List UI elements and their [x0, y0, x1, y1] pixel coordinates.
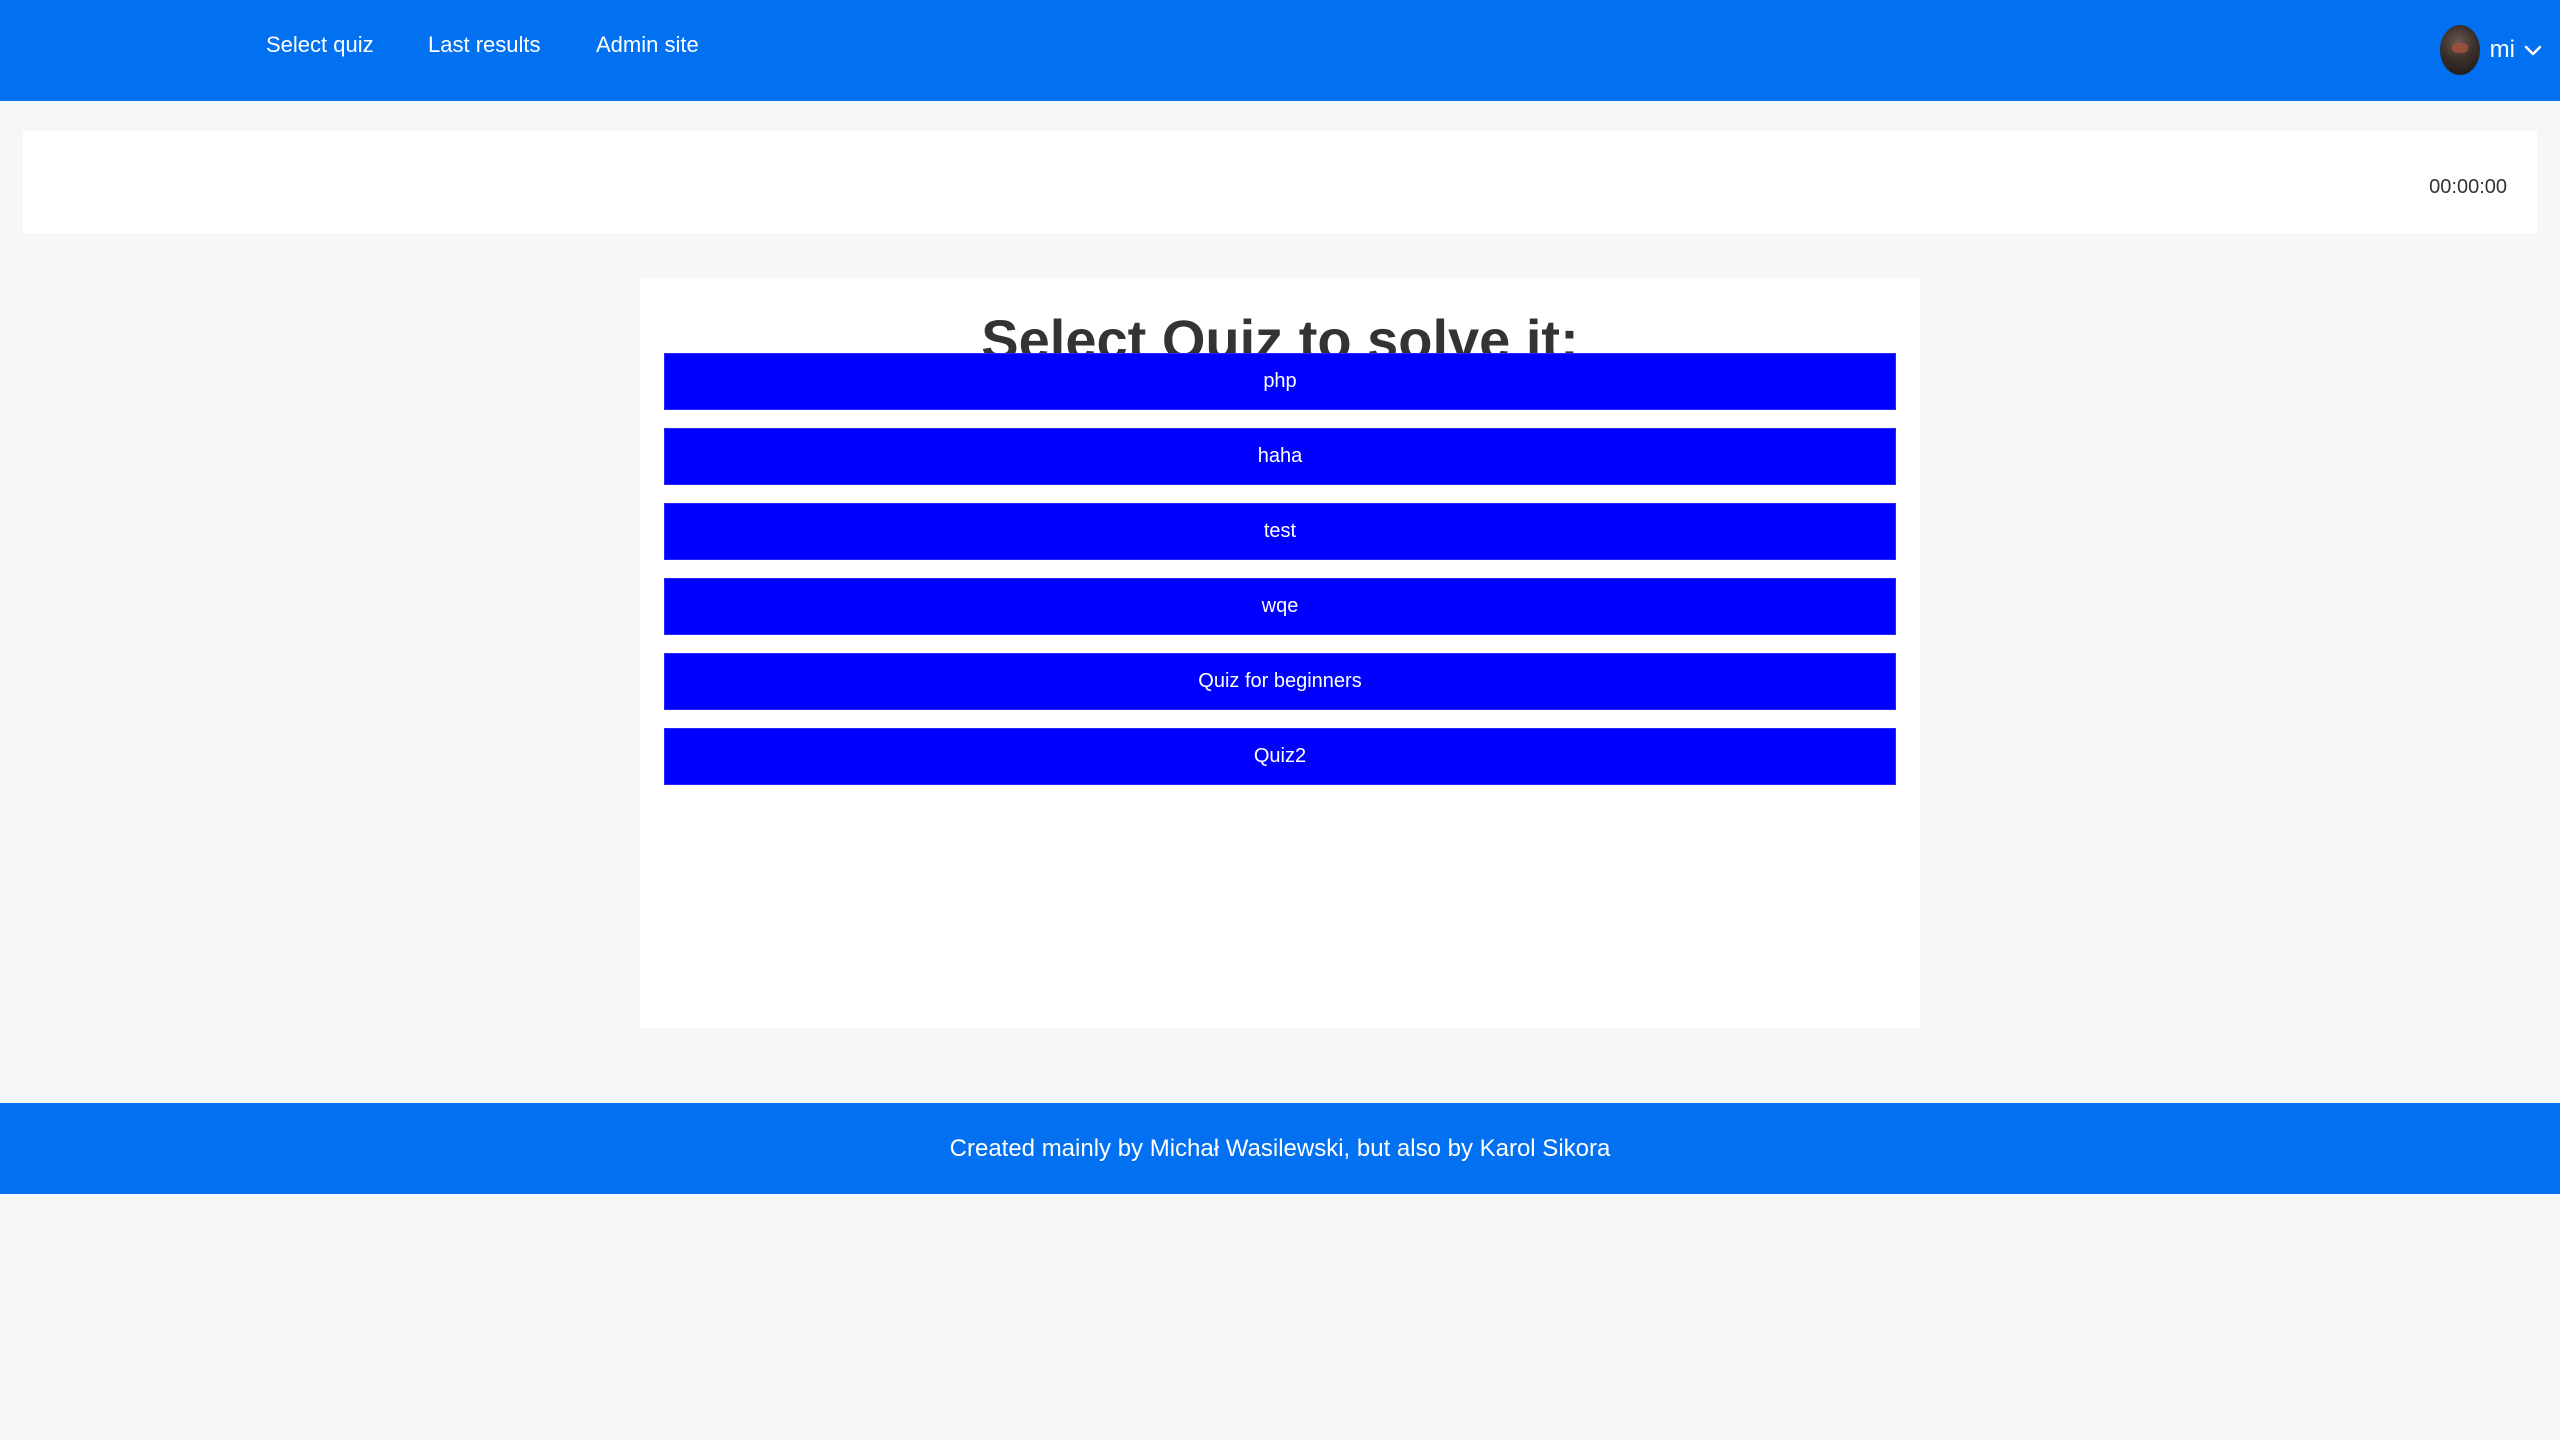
nav-link-admin-site[interactable]: Admin site: [596, 32, 699, 58]
quiz-button-php[interactable]: php: [664, 353, 1896, 410]
quiz-list: php haha test wqe Quiz for beginners Qui…: [664, 353, 1896, 803]
footer-credits: Created mainly by Michał Wasilewski, but…: [949, 1135, 1611, 1162]
quiz-button-wqe[interactable]: wqe: [664, 578, 1896, 635]
quiz-button-haha[interactable]: haha: [664, 428, 1896, 485]
user-menu[interactable]: mi: [2439, 24, 2543, 76]
nav-link-select-quiz[interactable]: Select quiz: [266, 32, 374, 58]
timer-display: 00:00:00: [2429, 176, 2507, 198]
avatar: [2439, 25, 2480, 75]
quiz-selection-panel: Select Quiz to solve it: php haha test w…: [640, 278, 1920, 1028]
footer: Created mainly by Michał Wasilewski, but…: [0, 1103, 2560, 1194]
quiz-button-quiz-for-beginners[interactable]: Quiz for beginners: [664, 653, 1896, 710]
top-navbar: Select quiz Last results Admin site mi: [0, 0, 2560, 101]
quiz-button-test[interactable]: test: [664, 503, 1896, 560]
nav-link-last-results[interactable]: Last results: [428, 32, 541, 58]
username: mi: [2489, 36, 2515, 63]
quiz-button-quiz2[interactable]: Quiz2: [664, 728, 1896, 785]
chevron-down-icon: [2524, 45, 2542, 56]
timer-panel: 00:00:00: [23, 131, 2537, 233]
